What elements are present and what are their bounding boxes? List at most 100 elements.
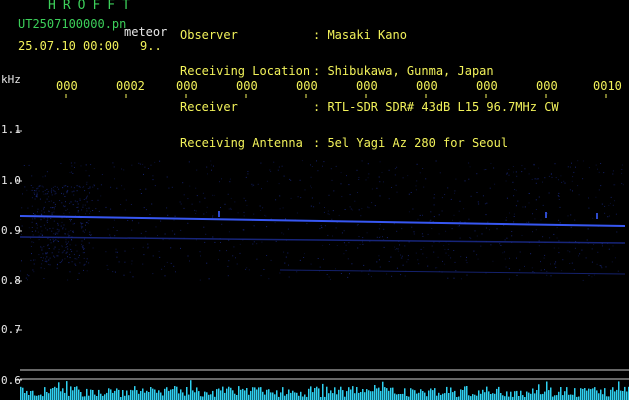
noise-dot xyxy=(542,236,544,238)
histogram-bar xyxy=(538,384,540,400)
noise-dot xyxy=(515,205,517,207)
noise-dot xyxy=(82,186,84,188)
histogram-bar xyxy=(218,388,220,400)
noise-dot xyxy=(351,263,353,265)
histogram-bar xyxy=(470,396,472,400)
noise-dot xyxy=(540,219,542,221)
grid-layer xyxy=(16,94,629,381)
noise-dot xyxy=(43,278,45,279)
noise-dot xyxy=(86,221,88,223)
noise-dot xyxy=(30,246,32,247)
noise-dot xyxy=(470,195,472,197)
noise-dot xyxy=(131,164,133,166)
noise-dot xyxy=(277,169,279,171)
noise-dot xyxy=(300,197,302,199)
noise-dot xyxy=(346,175,347,177)
noise-dot xyxy=(555,266,557,268)
histogram-bar xyxy=(144,392,146,400)
histogram-bar xyxy=(364,392,366,400)
noise-dot xyxy=(84,238,85,240)
noise-dot xyxy=(77,279,79,280)
noise-dot xyxy=(230,208,232,210)
noise-dot xyxy=(61,260,63,262)
noise-dot xyxy=(88,242,90,244)
time-tick-label: 000 xyxy=(236,79,258,93)
noise-dot xyxy=(159,256,161,258)
noise-dot xyxy=(212,236,214,238)
histogram-bar xyxy=(482,389,484,400)
noise-dot xyxy=(47,191,49,193)
noise-dot xyxy=(64,196,66,197)
noise-dot xyxy=(110,208,112,210)
noise-dot xyxy=(429,220,431,222)
noise-dot xyxy=(82,252,84,254)
noise-dot xyxy=(143,173,144,175)
noise-dot xyxy=(37,231,39,233)
noise-dot xyxy=(56,228,58,230)
histogram-bar xyxy=(354,393,356,400)
noise-dot xyxy=(64,206,65,208)
histogram-bar xyxy=(368,390,370,400)
noise-dot xyxy=(173,265,175,267)
noise-dot xyxy=(147,243,149,245)
noise-dot xyxy=(187,222,189,224)
histogram-bar xyxy=(614,391,616,400)
noise-dot xyxy=(39,185,41,187)
noise-dot xyxy=(550,263,551,265)
noise-dot xyxy=(477,201,479,203)
noise-dot xyxy=(187,255,189,257)
noise-dot xyxy=(93,168,95,169)
noise-dot xyxy=(68,262,70,264)
noise-dot xyxy=(348,184,350,186)
histogram-bar xyxy=(210,394,212,400)
histogram-bar xyxy=(406,396,408,400)
noise-dot xyxy=(614,257,616,259)
histogram-bar xyxy=(314,388,316,400)
noise-dot xyxy=(80,225,82,227)
noise-dot xyxy=(52,186,54,188)
noise-dot xyxy=(21,260,22,262)
noise-dot xyxy=(553,247,555,249)
noise-dot xyxy=(233,246,235,248)
noise-dot xyxy=(469,166,471,168)
histogram-bar xyxy=(468,395,470,400)
histogram-bar xyxy=(102,395,104,400)
noise-dot xyxy=(512,181,514,183)
noise-dot xyxy=(485,169,487,170)
histogram-bar xyxy=(212,390,214,400)
histogram-bar xyxy=(242,388,244,400)
noise-dot xyxy=(46,229,48,231)
noise-dot xyxy=(524,168,526,170)
noise-dot xyxy=(25,277,27,279)
histogram-bar xyxy=(290,392,292,400)
histogram-bar xyxy=(402,393,404,400)
noise-dot xyxy=(67,256,68,258)
noise-dot xyxy=(81,243,82,245)
noise-dot xyxy=(614,200,615,202)
noise-dot xyxy=(412,208,414,210)
noise-dot xyxy=(369,241,371,243)
histogram-bar xyxy=(348,387,350,400)
histogram-bar xyxy=(56,387,58,400)
histogram-bar xyxy=(376,388,378,400)
histogram-bar xyxy=(38,395,40,400)
noise-dot xyxy=(132,276,134,278)
noise-dot xyxy=(89,235,91,236)
noise-dot xyxy=(58,230,60,232)
noise-dot xyxy=(43,246,45,248)
histogram-bar xyxy=(78,389,80,400)
noise-dot xyxy=(38,239,40,241)
noise-dot xyxy=(243,211,245,213)
noise-dot xyxy=(485,214,487,216)
noise-dot xyxy=(400,254,401,256)
noise-dot xyxy=(538,245,540,247)
noise-dot xyxy=(180,203,182,205)
histogram-bar xyxy=(30,391,32,400)
noise-dot xyxy=(581,249,583,251)
noise-dot xyxy=(89,192,90,194)
noise-dot xyxy=(41,230,43,232)
noise-dot xyxy=(458,210,460,212)
noise-dot xyxy=(45,253,47,255)
noise-dot xyxy=(588,274,590,276)
histogram-bar xyxy=(518,396,520,400)
